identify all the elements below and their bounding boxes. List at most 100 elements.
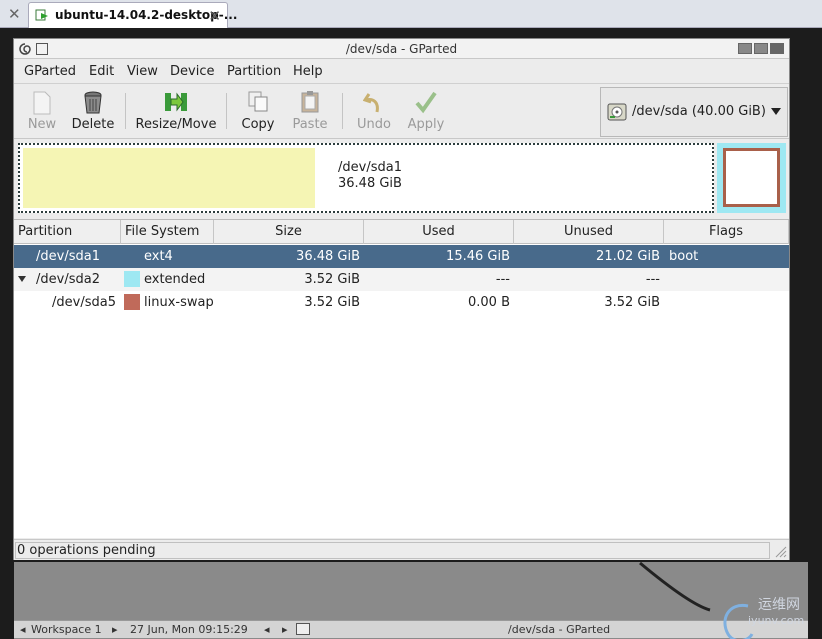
menu-edit[interactable]: Edit [89, 64, 114, 79]
undo-button[interactable]: Undo [352, 87, 396, 135]
dropdown-arrow-icon [771, 108, 781, 115]
watermark-text: 运维网 [758, 597, 800, 613]
host-tab-bar: ✕ ubuntu-14.04.2-desktop-... ✕ [0, 0, 822, 28]
disk-map: /dev/sda1 36.48 GiB [14, 140, 789, 218]
cell-used: 15.46 GiB [446, 249, 510, 264]
filesystem-color-swatch [124, 294, 140, 310]
cell-flags: boot [669, 249, 699, 264]
disk-map-partition-size: 36.48 GiB [338, 176, 402, 191]
vm-desktop: /dev/sda - GParted GParted Edit View Dev… [0, 28, 822, 639]
menu-bar: GParted Edit View Device Partition Help [14, 60, 789, 84]
table-row-sda5[interactable]: /dev/sda5 linux-swap 3.52 GiB 0.00 B 3.5… [14, 291, 789, 314]
delete-button[interactable]: Delete [70, 87, 116, 135]
copy-label: Copy [241, 117, 275, 132]
window-titlebar: /dev/sda - GParted [14, 39, 789, 59]
taskbar-window-title[interactable]: /dev/sda - GParted [508, 623, 610, 636]
task-prev-icon[interactable]: ◂ [264, 623, 270, 636]
menu-device[interactable]: Device [170, 64, 214, 79]
paste-button[interactable]: Paste [288, 87, 332, 135]
status-bar: 0 operations pending [14, 539, 789, 560]
table-row-sda2[interactable]: /dev/sda2 extended 3.52 GiB --- --- [14, 268, 789, 291]
toolbar: New Delete Resize/Move Copy Paste Undo A… [14, 85, 789, 139]
host-close-icon[interactable]: ✕ [8, 5, 21, 23]
undo-arrow-icon [363, 93, 379, 113]
new-button[interactable]: New [22, 87, 62, 135]
disk-map-sda1[interactable]: /dev/sda1 36.48 GiB [18, 143, 714, 213]
header-partition[interactable]: Partition [14, 220, 121, 244]
toolbar-separator [342, 93, 343, 129]
header-unused[interactable]: Unused [514, 220, 664, 244]
minimize-button[interactable] [738, 43, 752, 54]
table-header: Partition File System Size Used Unused F… [14, 220, 789, 244]
tab-close-icon[interactable]: ✕ [208, 7, 221, 25]
resize-move-label: Resize/Move [135, 117, 217, 132]
gparted-window: /dev/sda - GParted GParted Edit View Dev… [13, 38, 790, 560]
menu-view[interactable]: View [127, 64, 158, 79]
toolbar-separator [226, 93, 227, 129]
header-flags[interactable]: Flags [664, 220, 789, 244]
device-selector-label: /dev/sda (40.00 GiB) [632, 104, 766, 119]
header-size[interactable]: Size [214, 220, 364, 244]
table-row-sda1[interactable]: /dev/sda1 ext4 36.48 GiB 15.46 GiB 21.02… [14, 245, 789, 268]
resize-grip-icon[interactable] [773, 544, 787, 558]
copy-icon [248, 91, 268, 112]
new-label: New [27, 117, 57, 132]
clock: 27 Jun, Mon 09:15:29 [130, 623, 248, 636]
resize-move-button[interactable]: Resize/Move [134, 87, 218, 135]
cell-unused: --- [645, 272, 660, 287]
cell-unused: 21.02 GiB [596, 249, 660, 264]
menu-partition[interactable]: Partition [227, 64, 281, 79]
task-next-icon[interactable]: ▸ [282, 623, 288, 636]
vm-play-icon [35, 9, 48, 21]
header-file-system[interactable]: File System [121, 220, 214, 244]
cell-file-system: linux-swap [144, 295, 214, 310]
window-title: /dev/sda - GParted [345, 42, 458, 56]
cell-file-system: ext4 [144, 249, 173, 264]
cell-file-system: extended [144, 272, 206, 287]
new-document-icon [33, 91, 51, 115]
cell-size: 3.52 GiB [304, 295, 360, 310]
workspace-next-icon[interactable]: ▸ [112, 623, 118, 636]
cell-used: --- [495, 272, 510, 287]
cell-used: 0.00 B [468, 295, 510, 310]
maximize-button[interactable] [754, 43, 768, 54]
filesystem-color-swatch [124, 271, 140, 287]
header-used[interactable]: Used [364, 220, 514, 244]
desktop-panel: ◂ Workspace 1 ▸ 27 Jun, Mon 09:15:29 ◂ ▸… [14, 620, 808, 638]
toolbar-separator [125, 93, 126, 129]
apply-label: Apply [407, 117, 445, 132]
status-text: 0 operations pending [15, 542, 770, 559]
undo-label: Undo [357, 117, 391, 132]
watermark-logo: 运维网 iyunv.com [718, 594, 818, 639]
expander-triangle-icon[interactable] [18, 276, 26, 282]
cell-partition: /dev/sda1 [36, 249, 100, 264]
checkmark-icon [415, 91, 437, 114]
workspace-prev-icon[interactable]: ◂ [20, 623, 26, 636]
cell-partition: /dev/sda2 [36, 272, 100, 287]
paste-label: Paste [292, 117, 328, 132]
close-button[interactable] [770, 43, 784, 54]
copy-button[interactable]: Copy [236, 87, 280, 135]
cell-partition: /dev/sda5 [52, 295, 116, 310]
taskbar-window-icon[interactable] [296, 623, 310, 635]
device-selector[interactable]: /dev/sda (40.00 GiB) [600, 87, 788, 137]
cell-size: 3.52 GiB [304, 272, 360, 287]
workspace-label[interactable]: Workspace 1 [31, 623, 102, 636]
menu-gparted[interactable]: GParted [24, 64, 76, 79]
watermark-url: iyunv.com [748, 614, 805, 627]
menu-help[interactable]: Help [293, 64, 323, 79]
partition-table: Partition File System Size Used Unused F… [14, 219, 789, 538]
resize-arrow-icon [165, 92, 187, 112]
disk-map-sda5[interactable] [723, 148, 780, 207]
cell-unused: 3.52 GiB [604, 295, 660, 310]
paste-icon [301, 91, 319, 113]
disk-map-used-area [23, 148, 315, 208]
hard-disk-icon [607, 103, 627, 121]
disk-map-partition-name: /dev/sda1 [338, 160, 402, 175]
apply-button[interactable]: Apply [404, 87, 448, 135]
host-tab-ubuntu[interactable]: ubuntu-14.04.2-desktop-... ✕ [28, 2, 237, 28]
delete-label: Delete [71, 117, 115, 132]
trash-icon [84, 91, 102, 114]
cell-size: 36.48 GiB [296, 249, 360, 264]
disk-map-extended[interactable] [717, 143, 786, 213]
